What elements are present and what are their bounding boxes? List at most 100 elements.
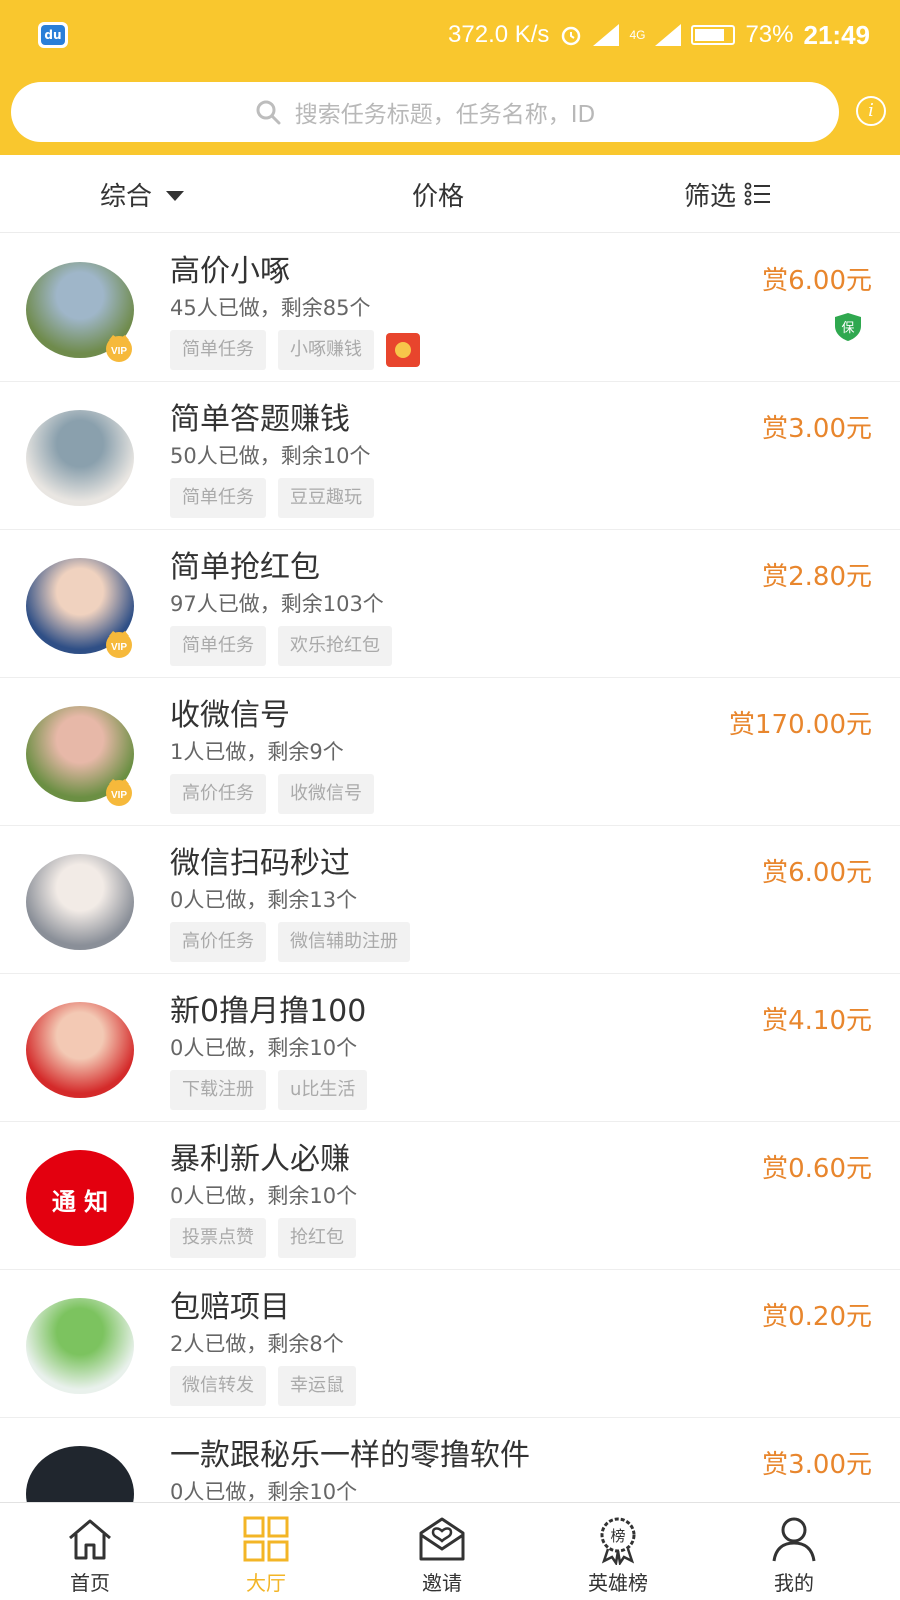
task-stats: 97人已做，剩余103个 — [170, 592, 384, 616]
task-row[interactable]: VIP 高价小啄 45人已做，剩余85个 简单任务 小啄赚钱 赏6.00元保 — [0, 234, 900, 382]
nav-invite-label: 邀请 — [422, 1571, 462, 1595]
task-reward: 赏4.10元 — [762, 1006, 872, 1036]
vip-crown-icon: VIP — [106, 779, 132, 806]
task-avatar — [26, 854, 134, 950]
alarm-icon — [562, 26, 581, 46]
top-header: du 372.0 K/s 4G 73% 21:49 搜索任务标题，任务名称，ID… — [0, 0, 900, 155]
guarantee-label: 保 — [841, 321, 854, 336]
task-title: 收微信号 — [170, 698, 290, 733]
task-stats: 0人已做，剩余10个 — [170, 1036, 358, 1060]
task-title: 简单抢红包 — [170, 550, 320, 585]
status-right: 372.0 K/s 4G 73% 21:49 — [448, 18, 870, 52]
nav-invite[interactable]: 邀请 — [352, 1503, 532, 1600]
task-title: 简单答题赚钱 — [170, 402, 350, 437]
clock: 21:49 — [803, 19, 871, 50]
task-tag: 欢乐抢红包 — [278, 626, 392, 666]
task-tag: 收微信号 — [278, 774, 374, 814]
vip-crown-icon: VIP — [106, 631, 132, 658]
search-bar[interactable]: 搜索任务标题，任务名称，ID — [11, 82, 839, 142]
task-stats: 50人已做，剩余10个 — [170, 444, 371, 468]
task-title: 一款跟秘乐一样的零撸软件 — [170, 1438, 530, 1473]
task-tags: 下载注册 u比生活 — [170, 1070, 368, 1110]
envelope-heart-icon — [419, 1517, 465, 1561]
app-notification-icon: du — [38, 22, 68, 48]
vip-label: VIP — [111, 642, 127, 653]
sort-comprehensive-label: 综合 — [100, 181, 153, 212]
task-row[interactable]: 微信扫码秒过 0人已做，剩余13个 高价任务 微信辅助注册 赏6.00元 — [0, 826, 900, 974]
filter-bar: 综合 价格 筛选 — [0, 155, 900, 233]
nav-mine-label: 我的 — [774, 1571, 814, 1595]
task-row[interactable]: VIP 收微信号 1人已做，剩余9个 高价任务 收微信号 赏170.00元 — [0, 678, 900, 826]
filter-button[interactable]: 筛选 — [684, 155, 772, 233]
info-icon[interactable]: i — [856, 96, 886, 126]
nav-mine[interactable]: 我的 — [704, 1503, 884, 1600]
nav-heroes-label: 英雄榜 — [588, 1571, 648, 1595]
task-title: 高价小啄 — [170, 254, 290, 289]
task-stats: 0人已做，剩余13个 — [170, 888, 358, 912]
task-tag: u比生活 — [278, 1070, 368, 1110]
status-bar: du 372.0 K/s 4G 73% 21:49 — [0, 0, 900, 70]
task-title: 新0撸月撸100 — [170, 994, 367, 1029]
vip-label: VIP — [111, 790, 127, 801]
signal-4g-icon — [655, 24, 682, 46]
svg-text:榜: 榜 — [610, 1527, 625, 1545]
task-avatar — [26, 1002, 134, 1098]
nav-hall[interactable]: 大厅 — [176, 1503, 356, 1600]
network-type: 4G — [629, 28, 646, 42]
nav-hall-label: 大厅 — [246, 1571, 286, 1595]
task-tag: 小啄赚钱 — [278, 330, 374, 370]
net-speed: 372.0 K/s — [448, 21, 550, 48]
filter-label: 筛选 — [684, 181, 737, 212]
task-reward: 赏2.80元 — [762, 562, 872, 592]
guarantee-shield-icon: 保 — [835, 313, 861, 341]
app-icon-label: du — [41, 25, 65, 45]
task-stats: 45人已做，剩余85个 — [170, 296, 371, 320]
task-tag: 简单任务 — [170, 330, 266, 370]
task-tags: 简单任务 欢乐抢红包 — [170, 626, 392, 666]
grid-icon — [243, 1516, 289, 1562]
task-tag: 抢红包 — [278, 1218, 356, 1258]
task-tag: 微信转发 — [170, 1366, 266, 1406]
task-stats: 0人已做，剩余10个 — [170, 1184, 358, 1208]
sort-price-label: 价格 — [412, 181, 465, 212]
task-tag: 高价任务 — [170, 774, 266, 814]
nav-home-label: 首页 — [70, 1571, 110, 1595]
task-reward: 赏6.00元 — [762, 858, 872, 888]
avatar-text: 通 知 — [51, 1187, 109, 1216]
task-avatar — [26, 410, 134, 506]
signal-icon — [593, 24, 620, 46]
task-row[interactable]: 新0撸月撸100 0人已做，剩余10个下载注册 u比生活 赏4.10元 — [0, 974, 900, 1122]
task-tags: 高价任务 收微信号 — [170, 774, 374, 814]
battery-percent: 73% — [745, 21, 794, 48]
task-tag: 下载注册 — [170, 1070, 266, 1110]
task-stats: 2人已做，剩余8个 — [170, 1332, 344, 1356]
red-packet-icon — [386, 333, 420, 367]
bottom-nav: 首页 大厅 邀请 榜 英雄榜 我的 — [0, 1502, 900, 1600]
task-reward: 赏3.00元 — [762, 1450, 872, 1480]
nav-home[interactable]: 首页 — [0, 1503, 180, 1600]
task-tag: 豆豆趣玩 — [278, 478, 374, 518]
task-title: 暴利新人必赚 — [170, 1142, 350, 1177]
filter-list-icon — [744, 182, 771, 206]
nav-heroes[interactable]: 榜 英雄榜 — [528, 1503, 708, 1600]
sort-price[interactable]: 价格 — [412, 155, 464, 233]
task-row[interactable]: 包赔项目 2人已做，剩余8个 微信转发 幸运鼠 赏0.20元 — [0, 1270, 900, 1418]
task-row[interactable]: VIP 简单抢红包 97人已做，剩余103个简单任务 欢乐抢红包 赏2.80元 — [0, 530, 900, 678]
task-tags: 微信转发 幸运鼠 — [170, 1366, 356, 1406]
task-row[interactable]: 一款跟秘乐一样的零撸软件 0人已做，剩余10个 赏3.00元 — [0, 1418, 900, 1502]
task-tag: 简单任务 — [170, 478, 266, 518]
sort-comprehensive[interactable]: 综合 — [100, 155, 185, 233]
task-tag: 高价任务 — [170, 922, 266, 962]
user-icon — [772, 1517, 816, 1562]
task-title: 包赔项目 — [170, 1290, 290, 1325]
task-list: VIP 高价小啄 45人已做，剩余85个 简单任务 小啄赚钱 赏6.00元保简单答题赚钱 5… — [0, 234, 900, 1502]
task-reward: 赏170.00元 — [729, 710, 872, 740]
task-row[interactable]: 通 知 暴利新人必赚 0人已做，剩余10个 投票点赞 抢红包 赏0.60元 — [0, 1122, 900, 1270]
task-tags: 简单任务 小啄赚钱 — [170, 330, 420, 370]
task-avatar — [26, 1298, 134, 1394]
task-row[interactable]: 简单答题赚钱 50人已做，剩余10个简单任务 豆豆趣玩 赏3.00元 — [0, 382, 900, 530]
task-tags: 高价任务 微信辅助注册 — [170, 922, 410, 962]
ranking-badge-icon: 榜 — [600, 1517, 636, 1565]
task-reward: 赏3.00元 — [762, 414, 872, 444]
task-avatar — [26, 1446, 134, 1502]
